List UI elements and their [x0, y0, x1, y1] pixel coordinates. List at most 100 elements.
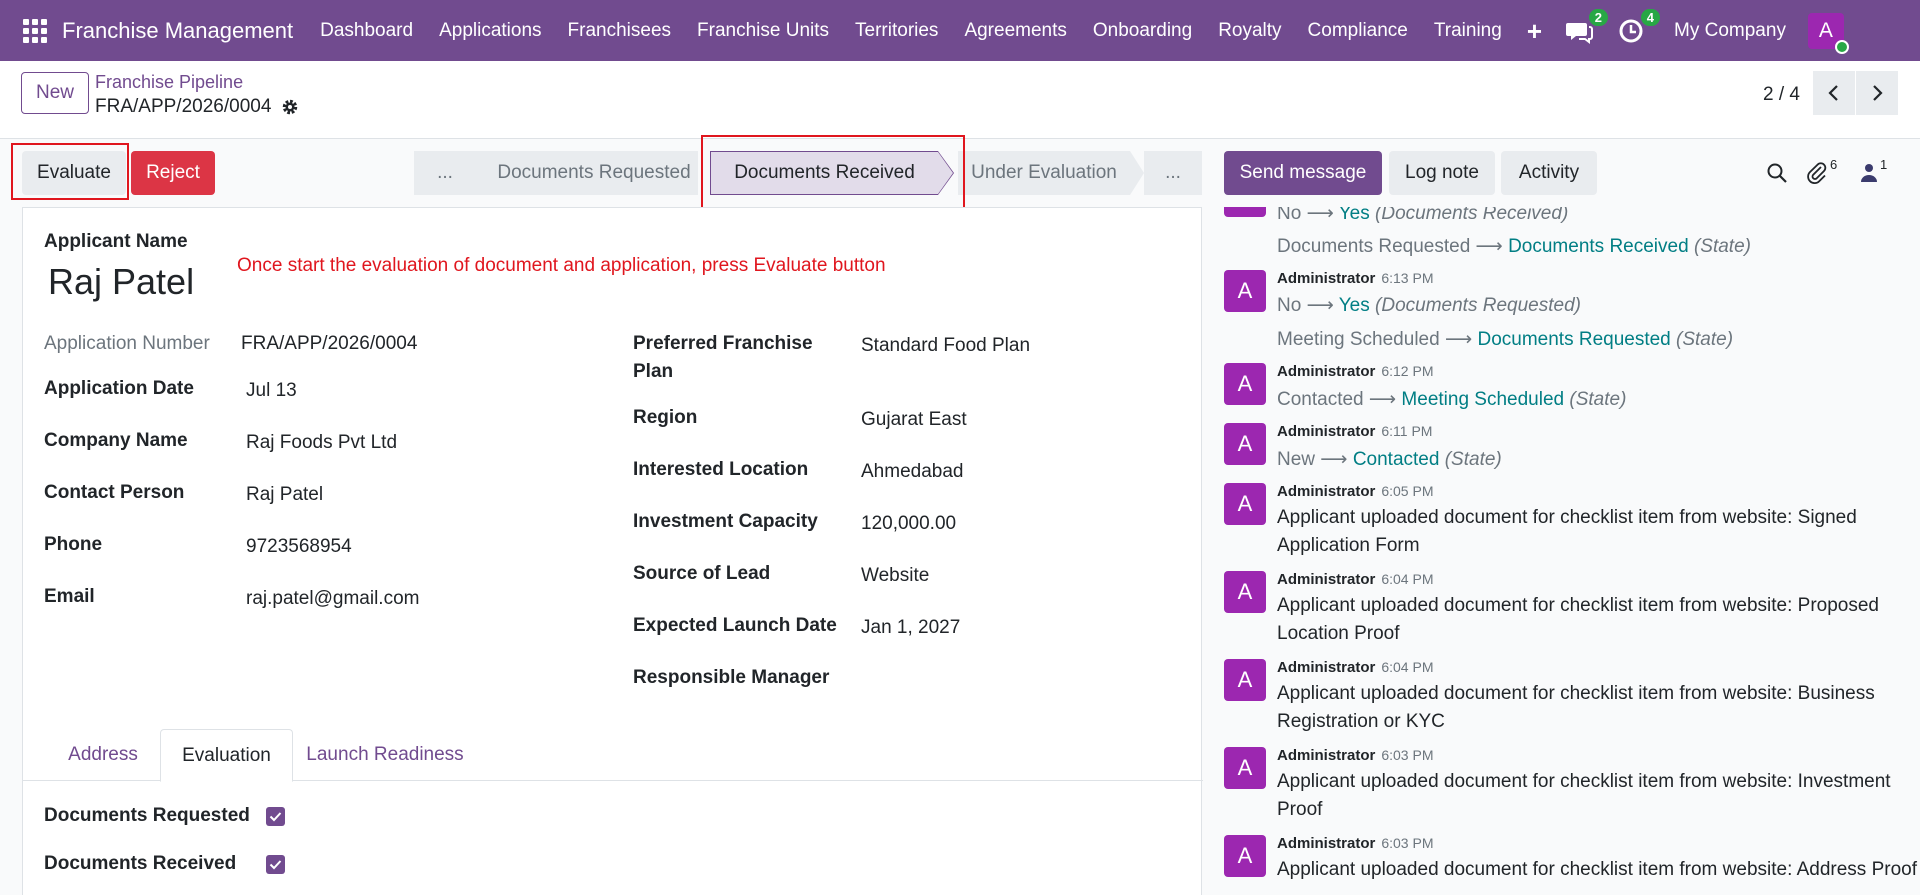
log-note-button[interactable]: Log note [1389, 151, 1495, 195]
message-body: Applicant uploaded document for checklis… [1277, 683, 1875, 732]
message-avatar: A [1224, 207, 1266, 217]
menu-franchise-units[interactable]: Franchise Units [684, 20, 842, 42]
field-label: Company Name [44, 430, 188, 451]
send-message-button[interactable]: Send message [1224, 151, 1382, 195]
field-label: Email [44, 586, 95, 607]
menu-franchisees[interactable]: Franchisees [555, 20, 685, 42]
phone-field[interactable]: 9723568954 [246, 533, 352, 561]
source-of-lead-field[interactable]: Website [861, 562, 929, 590]
investment-capacity-field[interactable]: 120,000.00 [861, 510, 956, 538]
field-label: Application Number [44, 333, 210, 354]
user-avatar-letter: A [1818, 18, 1833, 42]
message-avatar[interactable]: A [1224, 423, 1266, 465]
tracking-line: Documents Requested ⟶ Documents Received… [1277, 236, 1751, 257]
field-label: Source of Lead [633, 563, 771, 584]
stage-highlight-box [701, 135, 965, 212]
menu-territories[interactable]: Territories [842, 20, 951, 42]
form-sheet: Applicant Name Raj Patel Once start the … [22, 207, 1203, 895]
menu-compliance[interactable]: Compliance [1295, 20, 1421, 42]
region-field[interactable]: Gujarat East [861, 406, 967, 434]
apps-grid-icon[interactable] [23, 18, 47, 43]
tracking-line: Meeting Scheduled ⟶ Documents Requested … [1277, 329, 1734, 350]
field-label: Interested Location [633, 459, 809, 480]
interested-location-field[interactable]: Ahmedabad [861, 458, 963, 486]
user-avatar[interactable]: A [1807, 12, 1849, 54]
search-icon[interactable] [1766, 162, 1788, 184]
tracking-line: No ⟶ Yes (Documents Received) [1277, 207, 1569, 224]
message-body: Applicant uploaded document for checklis… [1277, 859, 1917, 880]
tab-evaluation[interactable]: Evaluation [160, 729, 293, 782]
record-reference: FRA/APP/2026/0004 [95, 96, 272, 117]
new-button[interactable]: New [21, 72, 89, 114]
activity-clock-icon[interactable]: 4 [1616, 8, 1661, 46]
stage-more-left[interactable]: ... [414, 151, 476, 195]
message-avatar[interactable]: A [1224, 571, 1266, 613]
followers-icon[interactable] [1860, 163, 1878, 183]
menu-applications[interactable]: Applications [426, 20, 554, 42]
stage-under-evaluation[interactable]: Under Evaluation [958, 151, 1130, 195]
tab-address[interactable]: Address [44, 729, 162, 781]
tracking-line: New ⟶ Contacted (State) [1277, 449, 1502, 470]
evaluate-highlight-box [11, 143, 129, 200]
stage-documents-requested[interactable]: Documents Requested [476, 151, 698, 195]
message-body: Applicant uploaded document for checklis… [1277, 771, 1891, 820]
reject-button[interactable]: Reject [131, 151, 215, 195]
message-author: Administrator 6:03 PM [1277, 747, 1434, 764]
message-author: Administrator 6:03 PM [1277, 835, 1434, 852]
checkmark-icon [269, 812, 282, 822]
breadcrumb-current: FRA/APP/2026/0004 [95, 96, 299, 118]
messages-icon[interactable]: 2 [1564, 8, 1609, 46]
chevron-left-icon [1828, 85, 1838, 101]
contact-person-field[interactable]: Raj Patel [246, 481, 323, 509]
field-label: Region [633, 407, 698, 428]
message-avatar[interactable]: A [1224, 363, 1266, 405]
gear-icon[interactable] [281, 98, 299, 116]
followers-count: 1 [1880, 157, 1888, 172]
message-avatar[interactable]: A [1224, 747, 1266, 789]
applicant-name-field[interactable]: Raj Patel [48, 260, 194, 304]
tracking-line: No ⟶ Yes (Documents Requested) [1277, 295, 1581, 316]
responsible-manager-field[interactable] [861, 666, 1161, 694]
chatter-panel: A No ⟶ Yes (Documents Received) Document… [1203, 207, 1920, 895]
message-avatar[interactable]: A [1224, 483, 1266, 525]
paperclip-icon[interactable] [1806, 161, 1828, 185]
plus-icon[interactable]: + [1527, 18, 1542, 44]
menu-training[interactable]: Training [1421, 20, 1515, 42]
notebook-tabs: Address Evaluation Launch Readiness [23, 729, 1203, 782]
top-navbar: Franchise Management Dashboard Applicati… [0, 0, 1920, 61]
control-panel: New Franchise Pipeline FRA/APP/2026/0004… [0, 61, 1920, 139]
activity-button[interactable]: Activity [1501, 151, 1597, 195]
menu-agreements[interactable]: Agreements [951, 20, 1079, 42]
menu-onboarding[interactable]: Onboarding [1080, 20, 1205, 42]
applicant-name-label: Applicant Name [44, 231, 188, 252]
company-switcher[interactable]: My Company [1674, 20, 1786, 42]
expected-launch-date-field[interactable]: Jan 1, 2027 [861, 614, 960, 642]
email-field[interactable]: raj.patel@gmail.com [246, 585, 419, 613]
pager-previous-button[interactable] [1813, 71, 1855, 115]
field-label: Investment Capacity [633, 511, 818, 532]
documents-requested-checkbox[interactable] [266, 807, 285, 826]
company-name-field[interactable]: Raj Foods Pvt Ltd [246, 429, 397, 457]
documents-received-checkbox[interactable] [266, 855, 285, 874]
checkmark-icon [269, 860, 282, 870]
activities-badge: 4 [1640, 8, 1661, 26]
message-author: Administrator 6:11 PM [1277, 423, 1433, 440]
preferred-plan-field[interactable]: Standard Food Plan [861, 332, 1030, 360]
menu-dashboard[interactable]: Dashboard [307, 20, 426, 42]
check-label: Documents Requested [44, 805, 250, 826]
message-body: Applicant uploaded document for checklis… [1277, 595, 1879, 644]
breadcrumb-parent[interactable]: Franchise Pipeline [95, 72, 243, 93]
message-avatar[interactable]: A [1224, 270, 1266, 312]
message-author: Administrator 6:05 PM [1277, 483, 1434, 500]
field-label: Phone [44, 534, 103, 555]
tab-launch-readiness[interactable]: Launch Readiness [295, 729, 475, 781]
app-brand[interactable]: Franchise Management [62, 18, 293, 44]
application-date-field[interactable]: Jul 13 [246, 377, 297, 405]
menu-royalty[interactable]: Royalty [1205, 20, 1294, 42]
message-avatar[interactable]: A [1224, 835, 1266, 877]
pager-next-button[interactable] [1856, 71, 1898, 115]
message-avatar[interactable]: A [1224, 659, 1266, 701]
message-author: Administrator 6:13 PM [1277, 270, 1434, 287]
instruction-annotation: Once start the evaluation of document an… [237, 255, 886, 276]
stage-more-right[interactable]: ... [1144, 151, 1202, 195]
